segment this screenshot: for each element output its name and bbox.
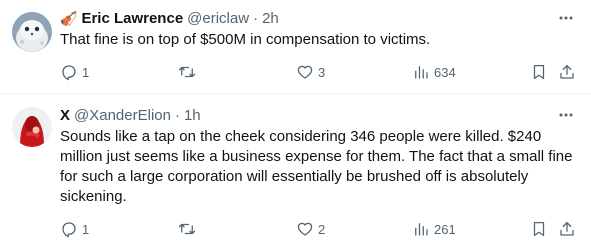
like-count: 3 [318,64,326,80]
like-count: 2 [318,221,326,237]
views-button[interactable]: 634 [412,62,456,82]
bookmark-button[interactable] [530,219,548,239]
tweet-header: 🎻 Eric Lawrence @ericlaw · 2h [60,8,279,28]
more-dots-icon [559,16,573,20]
avatar[interactable] [12,12,52,52]
reply-count: 1 [82,64,90,80]
view-count: 261 [434,221,456,237]
bookmark-icon [533,221,545,237]
snowy-owl-avatar-icon [12,12,52,52]
more-options-button[interactable] [555,105,577,125]
display-name[interactable]: X [60,107,70,124]
tweet[interactable]: X @XanderElion · 1h Sounds like a tap on… [0,95,591,247]
action-bar: 1 2 261 [60,219,580,239]
tweet-header: X @XanderElion · 1h [60,105,201,125]
more-options-button[interactable] [555,8,577,28]
analytics-icon [415,223,428,236]
more-dots-icon [559,113,573,117]
share-icon [560,221,574,236]
tweet-text: Sounds like a tap on the cheek consideri… [60,128,573,205]
user-handle[interactable]: @ericlaw [187,10,249,27]
avatar[interactable] [12,107,52,147]
share-button[interactable] [558,219,576,239]
tweet[interactable]: 🎻 Eric Lawrence @ericlaw · 2h That fine … [0,0,591,94]
views-button[interactable]: 261 [412,219,456,239]
retweet-icon [178,223,196,235]
like-button[interactable]: 2 [296,219,325,239]
separator-dot: · [174,106,180,124]
retweet-button[interactable] [178,62,200,82]
timestamp[interactable]: 1h [184,107,201,124]
analytics-icon [415,66,428,79]
heart-icon [297,222,313,236]
action-bar: 1 3 634 [60,62,580,82]
heart-icon [297,65,313,79]
timestamp[interactable]: 2h [262,10,279,27]
reply-icon [62,222,76,238]
reply-icon [62,65,76,81]
separator-dot: · [253,9,259,27]
tweet-text: That fine is on top of $500M in compensa… [60,31,431,48]
user-handle[interactable]: @XanderElion [74,107,171,124]
bookmark-icon [533,64,545,80]
reply-button[interactable]: 1 [60,62,89,82]
view-count: 634 [434,64,456,80]
violin-emoji: 🎻 [60,9,78,26]
retweet-icon [178,66,196,78]
retweet-button[interactable] [178,219,200,239]
share-icon [560,64,574,79]
reply-count: 1 [82,221,90,237]
share-button[interactable] [558,62,576,82]
bookmark-button[interactable] [530,62,548,82]
like-button[interactable]: 3 [296,62,325,82]
red-hooded-figure-avatar-icon [12,107,52,147]
display-name[interactable]: Eric Lawrence [81,10,183,27]
reply-button[interactable]: 1 [60,219,89,239]
